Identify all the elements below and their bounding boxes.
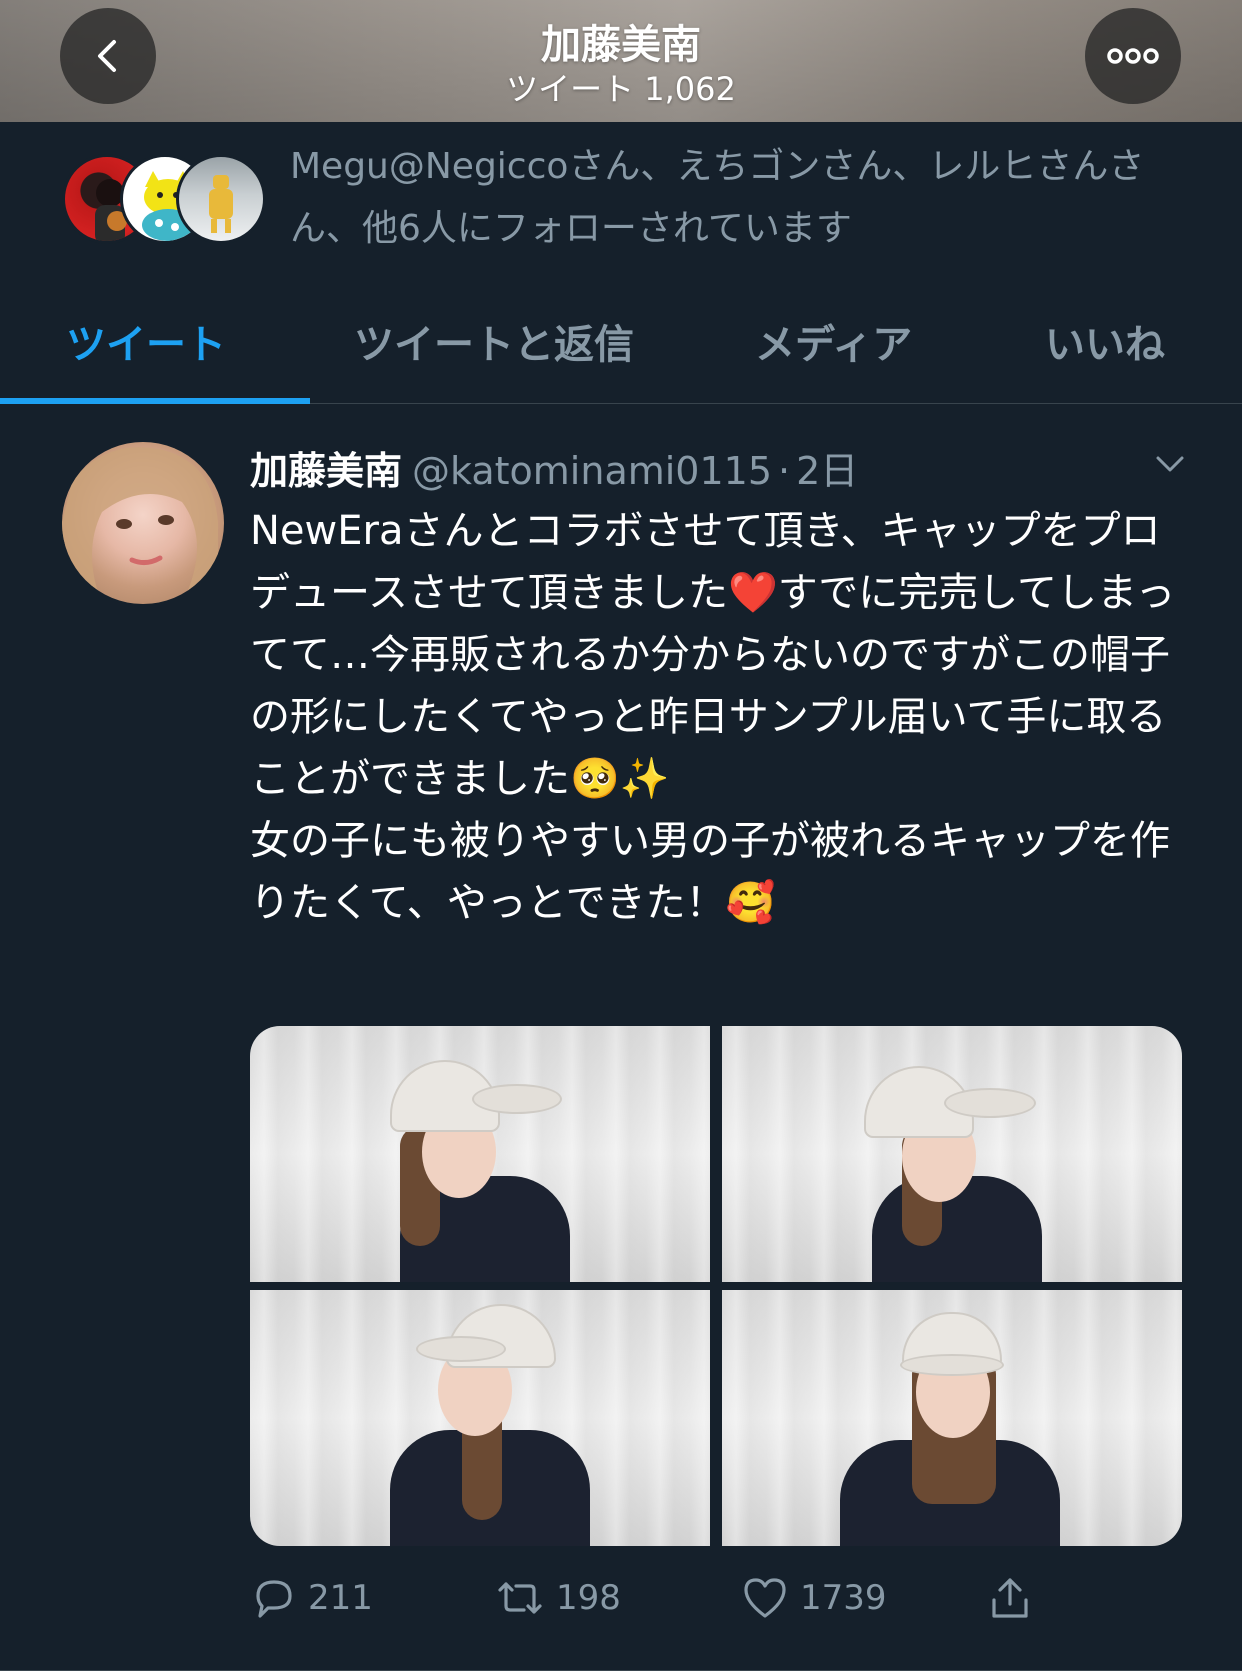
tweet-author-handle[interactable]: @katominami0115	[412, 449, 772, 493]
tweet-count: ツイート 1,062	[506, 70, 736, 108]
tweet-photo[interactable]	[722, 1290, 1182, 1546]
tab-likes[interactable]: いいね	[1045, 312, 1165, 370]
profile-name-title: 加藤美南	[541, 22, 701, 68]
chevron-down-icon[interactable]	[1152, 446, 1188, 482]
tweet[interactable]: 加藤美南 @katominami0115 · 2日 NewEraさんとコラボさせて頂き…	[0, 404, 1242, 1671]
followed-by-text: Megu@Negiccoさん、えちゴンさん、レルヒさんさん、他6人にフォローされ…	[290, 146, 1145, 249]
tab-media[interactable]: メディア	[755, 312, 912, 370]
share-button[interactable]	[986, 1574, 1044, 1622]
tab-tweets[interactable]: ツイート	[66, 312, 226, 370]
separator-dot: ·	[778, 449, 791, 493]
heart-icon	[744, 1578, 786, 1618]
tweet-author-name[interactable]: 加藤美南	[250, 449, 402, 493]
tweet-timestamp[interactable]: 2日	[796, 449, 858, 493]
reply-button[interactable]: 211	[250, 1574, 373, 1622]
more-button[interactable]	[1085, 8, 1181, 104]
retweet-count: 198	[556, 1578, 621, 1618]
share-icon	[992, 1578, 1028, 1618]
tweet-photo[interactable]	[250, 1290, 710, 1546]
avatar	[176, 154, 266, 244]
more-horizontal-icon	[1107, 48, 1159, 64]
retweet-icon	[498, 1582, 542, 1614]
reply-count: 211	[308, 1578, 373, 1618]
tweet-photo[interactable]	[250, 1026, 710, 1282]
tweet-header: 加藤美南 @katominami0115 · 2日	[250, 440, 858, 495]
tweet-media-grid	[250, 1026, 1182, 1546]
avatar[interactable]	[62, 442, 224, 604]
tweet-text: NewEraさんとコラボさせて頂き、キャップをプロデュースさせて頂きました❤️す…	[250, 508, 1176, 926]
retweet-button[interactable]: 198	[494, 1574, 621, 1622]
follower-avatars	[62, 154, 266, 244]
tab-tweets-and-replies[interactable]: ツイートと返信	[354, 312, 634, 370]
tweet-actions: 211 198 1739	[250, 1574, 1150, 1634]
profile-tabs: ツイート ツイートと返信 メディア いいね	[0, 272, 1242, 404]
tweet-photo[interactable]	[722, 1026, 1182, 1282]
reply-icon	[256, 1580, 292, 1618]
profile-header: 加藤美南 ツイート 1,062	[0, 0, 1242, 122]
like-button[interactable]: 1739	[740, 1574, 887, 1622]
like-count: 1739	[800, 1578, 887, 1618]
followed-by-section[interactable]: Megu@Negiccoさん、えちゴンさん、レルヒさんさん、他6人にフォローされ…	[0, 122, 1242, 272]
